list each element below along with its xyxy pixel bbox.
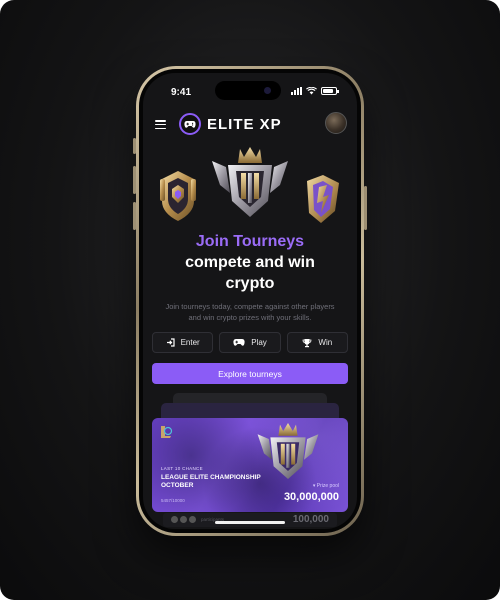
action-buttons: Enter Play Win (152, 332, 348, 353)
hamburger-menu-icon[interactable] (155, 120, 166, 129)
card-tag: LAST 10 CHANCE (161, 466, 203, 471)
next-card-peek: participants 100,000 (163, 513, 337, 527)
next-card-prize: 100,000 (292, 514, 329, 525)
hero-title-line2: crypto (225, 275, 275, 292)
status-time: 9:41 (171, 87, 192, 98)
background-canvas: 9:41 ELITE XP Join Tourneys compete and … (0, 0, 500, 600)
card-title: LEAGUE ELITE CHAMPIONSHIP OCTOBER (161, 474, 261, 489)
status-bar: 9:41 (143, 73, 357, 103)
hero-title-accent: Join Tourneys (195, 233, 305, 250)
power-button (364, 186, 367, 230)
dynamic-island (215, 81, 281, 100)
left-shield-emblem-icon (160, 171, 196, 221)
status-icons (291, 87, 339, 95)
wifi-icon (306, 87, 317, 95)
action-button (133, 138, 136, 154)
right-swirl-emblem-icon (307, 175, 339, 223)
enter-button[interactable]: Enter (152, 332, 214, 353)
battery-icon (321, 87, 339, 95)
hero-subtitle: Join tourneys today, compete against oth… (165, 302, 335, 322)
center-crown-emblem-icon (212, 147, 288, 217)
prize-pool-icon: ▾ (312, 483, 316, 489)
home-indicator[interactable] (215, 521, 285, 524)
user-avatar[interactable] (325, 112, 347, 134)
tourney-card[interactable]: LAST 10 CHANCE LEAGUE ELITE CHAMPIONSHIP… (152, 418, 348, 512)
win-label: Win (318, 338, 333, 347)
prize-pool-label: ▾ Prize pool (312, 483, 339, 489)
explore-tourneys-button[interactable]: Explore tourneys (152, 363, 348, 384)
play-label: Play (251, 338, 267, 347)
phone-frame: 9:41 ELITE XP Join Tourneys compete and … (133, 66, 367, 536)
cellular-signal-icon (291, 87, 302, 95)
brand-name: ELITE XP (207, 115, 282, 133)
app-header: ELITE XP (143, 111, 357, 139)
participant-avatars (171, 516, 196, 523)
volume-down-button (133, 202, 136, 230)
prize-amount: 30,000,000 (283, 491, 339, 503)
enter-label: Enter (180, 338, 200, 347)
gamepad-icon (233, 339, 245, 346)
hero-title-line1: compete and win (185, 254, 315, 271)
volume-up-button (133, 166, 136, 194)
phone-screen: 9:41 ELITE XP Join Tourneys compete and … (143, 73, 357, 529)
brand-logo[interactable]: ELITE XP (179, 113, 282, 135)
card-crown-emblem-icon (257, 423, 319, 479)
trophy-icon (303, 338, 312, 347)
play-button[interactable]: Play (219, 332, 281, 353)
win-button[interactable]: Win (286, 332, 348, 353)
gamepad-logo-icon (179, 113, 201, 135)
participant-count: 5457/10000 (161, 498, 185, 503)
league-game-icon (161, 426, 173, 438)
enter-icon (166, 338, 175, 347)
